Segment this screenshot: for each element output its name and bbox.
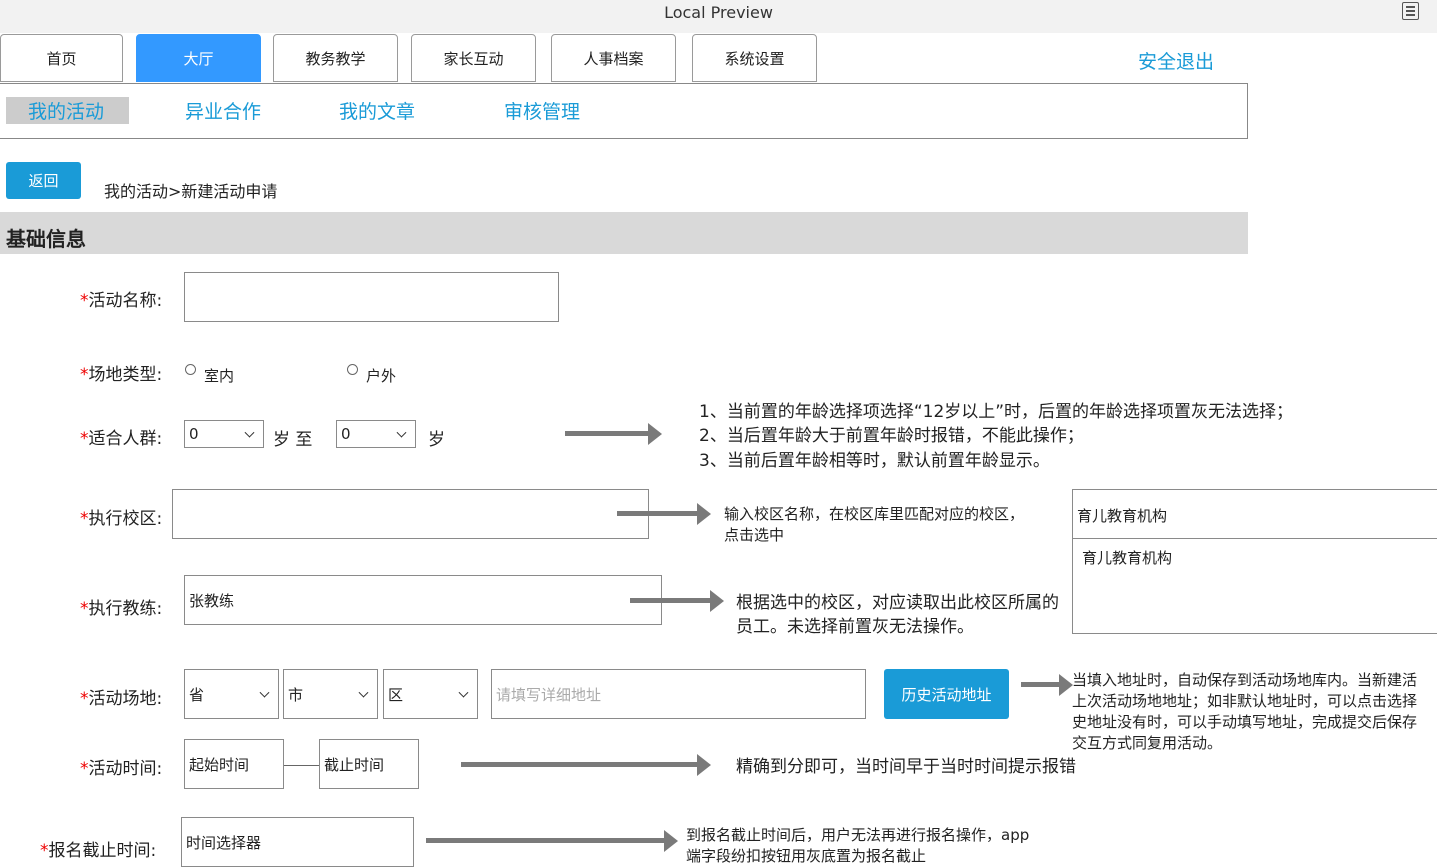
campus-note-1: 输入校区名称，在校区库里匹配对应的校区， xyxy=(724,505,1025,523)
radio-outdoor-label: 户外 xyxy=(366,367,397,385)
campus-input[interactable] xyxy=(172,489,649,539)
campus-label: *执行校区: xyxy=(80,509,163,529)
chevron-down-icon xyxy=(244,427,255,438)
arrow-right-icon xyxy=(1021,674,1073,696)
section-header: 基础信息 xyxy=(0,212,1248,254)
arrow-right-icon xyxy=(617,503,711,525)
arrow-right-icon xyxy=(630,590,724,612)
radio-outdoor[interactable] xyxy=(347,364,358,375)
subnav-my-activity[interactable]: 我的活动 xyxy=(28,97,104,124)
time-note: 精确到分即可，当时间早于当时时间提示报错 xyxy=(736,757,1076,777)
venue-note-2: 上次活动场地地址；如非默认地址时，可以点击选择 xyxy=(1072,692,1418,710)
coach-note-2: 员工。未选择前置灰无法操作。 xyxy=(736,617,974,637)
tab-home[interactable]: 首页 xyxy=(0,34,123,82)
time-range-dash xyxy=(284,765,319,766)
coach-note-1: 根据选中的校区，对应读取出此校区所属的 xyxy=(736,593,1059,613)
arrow-right-icon xyxy=(426,830,678,852)
venue-note-4: 交互方式同复用活动。 xyxy=(1072,734,1223,752)
age-separator: 岁 至 xyxy=(273,430,313,450)
campus-note-2: 点击选中 xyxy=(724,526,785,544)
activity-name-input[interactable] xyxy=(184,272,559,322)
arrow-right-icon xyxy=(461,754,711,776)
deadline-picker[interactable]: 时间选择器 xyxy=(181,817,414,867)
deadline-note-1: 到报名截止时间后，用户无法再进行报名操作，app xyxy=(686,826,1030,844)
venue-note-1: 当填入地址时，自动保存到活动场地库内。当新建活 xyxy=(1072,671,1418,689)
start-time-input[interactable]: 起始时间 xyxy=(184,739,284,789)
chevron-down-icon xyxy=(396,427,407,438)
campus-dropdown-option[interactable]: 育儿教育机构 xyxy=(1082,547,1172,568)
radio-indoor[interactable] xyxy=(185,364,196,375)
district-select[interactable]: 区 xyxy=(383,669,478,719)
deadline-label: *报名截止时间: xyxy=(40,841,157,861)
tab-settings[interactable]: 系统设置 xyxy=(692,34,817,82)
age-note-1: 1、当前置的年龄选择项选择“12岁以上”时，后置的年龄选择项置灰无法选择； xyxy=(699,402,1294,422)
age-unit: 岁 xyxy=(428,430,445,450)
chevron-down-icon xyxy=(458,687,469,698)
province-select[interactable]: 省 xyxy=(184,669,279,719)
logout-link[interactable]: 安全退出 xyxy=(1138,47,1214,74)
tab-parent[interactable]: 家长互动 xyxy=(411,34,536,82)
subnav-review[interactable]: 审核管理 xyxy=(504,97,580,124)
age-note-2: 2、当后置年龄大于前置年龄时报错，不能此操作； xyxy=(699,426,1084,446)
window-title: Local Preview xyxy=(664,3,773,22)
divider xyxy=(1073,538,1437,539)
chevron-down-icon xyxy=(358,687,369,698)
deadline-note-2: 端字段纷扣按钮用灰底置为报名截止 xyxy=(686,847,927,865)
radio-indoor-label: 室内 xyxy=(204,367,235,385)
history-address-button[interactable]: 历史活动地址 xyxy=(884,669,1009,719)
subnav-cross-industry[interactable]: 异业合作 xyxy=(185,97,261,124)
end-time-input[interactable]: 截止时间 xyxy=(319,739,419,789)
subnav-my-articles[interactable]: 我的文章 xyxy=(339,97,415,124)
section-title: 基础信息 xyxy=(6,227,86,251)
chevron-down-icon xyxy=(259,687,270,698)
age-to-select[interactable]: 0 xyxy=(336,420,416,448)
campus-dropdown-input[interactable]: 育儿教育机构 xyxy=(1077,505,1167,526)
city-select[interactable]: 市 xyxy=(283,669,378,719)
age-label: *适合人群: xyxy=(80,429,163,449)
venue-label: *活动场地: xyxy=(80,689,163,709)
arrow-right-icon xyxy=(565,423,662,445)
back-button[interactable]: 返回 xyxy=(6,162,81,199)
tab-academic[interactable]: 教务教学 xyxy=(273,34,398,82)
age-from-select[interactable]: 0 xyxy=(184,420,264,448)
venue-type-label: *场地类型: xyxy=(80,365,163,385)
tab-hr[interactable]: 人事档案 xyxy=(551,34,676,82)
address-input[interactable]: 请填写详细地址 xyxy=(491,669,866,719)
venue-note-3: 史地址没有时，可以手动填写地址，完成提交后保存 xyxy=(1072,713,1418,731)
menu-icon[interactable] xyxy=(1402,2,1419,20)
window-titlebar: Local Preview xyxy=(0,0,1437,33)
time-label: *活动时间: xyxy=(80,759,163,779)
activity-name-label: *活动名称: xyxy=(80,291,163,311)
age-note-3: 3、当前后置年龄相等时，默认前置年龄显示。 xyxy=(699,451,1050,471)
breadcrumb: 我的活动>新建活动申请 xyxy=(104,182,278,201)
tab-hall[interactable]: 大厅 xyxy=(136,34,261,82)
coach-label: *执行教练: xyxy=(80,599,163,619)
coach-select[interactable]: 张教练 xyxy=(184,575,662,625)
